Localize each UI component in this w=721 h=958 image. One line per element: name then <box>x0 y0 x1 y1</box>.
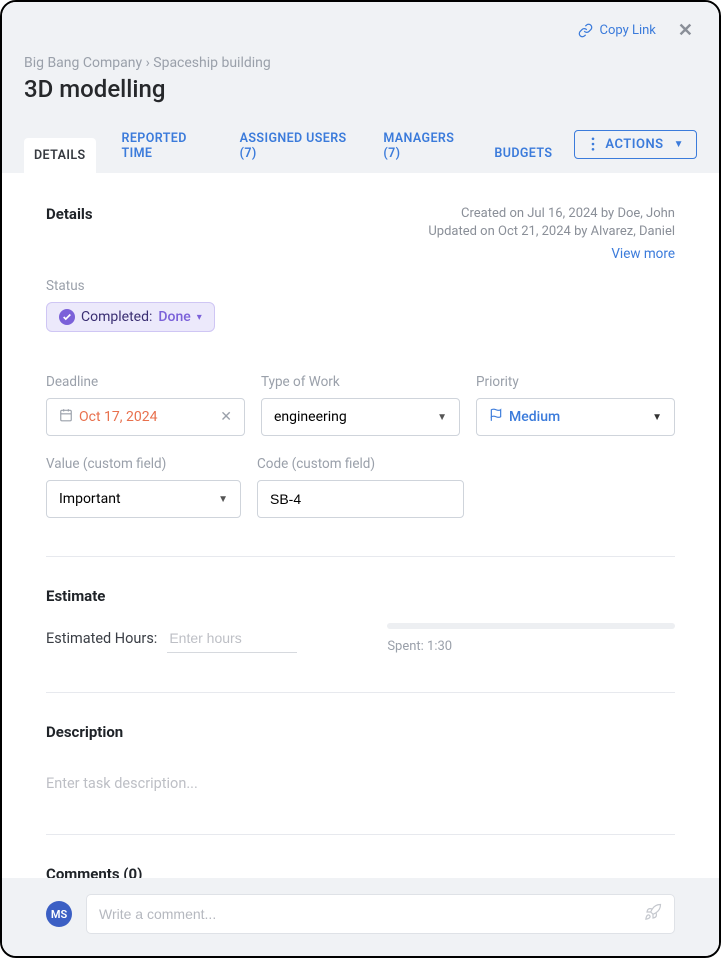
divider <box>46 692 675 693</box>
view-more-link[interactable]: View more <box>428 245 675 264</box>
value-field-value: Important <box>59 491 121 507</box>
deadline-input[interactable]: Oct 17, 2024 ✕ <box>46 398 245 436</box>
copy-link-label: Copy Link <box>599 23 655 38</box>
progress-bar <box>387 623 675 629</box>
tab-assigned-users[interactable]: ASSIGNED USERS (7) <box>238 121 358 173</box>
breadcrumb: Big Bang Company › Spaceship building <box>24 55 697 71</box>
page-title: 3D modelling <box>24 75 697 103</box>
caret-down-icon: ▼ <box>437 412 447 423</box>
code-label: Code (custom field) <box>257 456 464 472</box>
flag-icon <box>489 408 503 426</box>
estimated-hours-input[interactable] <box>167 624 297 653</box>
caret-down-icon: ▼ <box>218 494 228 505</box>
tab-managers[interactable]: MANAGERS (7) <box>381 121 468 173</box>
updated-info: Updated on Oct 21, 2024 by Alvarez, Dani… <box>428 223 675 241</box>
tab-budgets[interactable]: BUDGETS <box>492 136 554 173</box>
tab-details[interactable]: DETAILS <box>24 138 96 173</box>
check-circle-icon <box>59 309 75 325</box>
deadline-value: Oct 17, 2024 <box>79 409 157 425</box>
divider <box>46 834 675 835</box>
type-label: Type of Work <box>261 374 460 390</box>
clear-deadline-button[interactable]: ✕ <box>220 409 232 425</box>
avatar: MS <box>46 901 72 927</box>
comment-input[interactable] <box>99 906 644 922</box>
breadcrumb-project[interactable]: Spaceship building <box>153 55 271 71</box>
rocket-icon[interactable] <box>644 903 662 925</box>
caret-down-icon: ▼ <box>674 139 684 150</box>
breadcrumb-separator: › <box>146 55 150 71</box>
copy-link-button[interactable]: Copy Link <box>578 23 655 38</box>
type-of-work-select[interactable]: engineering ▼ <box>261 398 460 436</box>
value-label: Value (custom field) <box>46 456 241 472</box>
close-button[interactable]: ✕ <box>674 18 697 43</box>
actions-button[interactable]: ACTIONS ▼ <box>574 130 697 159</box>
link-icon <box>578 23 593 38</box>
type-value: engineering <box>274 409 347 425</box>
divider <box>46 556 675 557</box>
code-input-inner[interactable] <box>270 491 451 507</box>
caret-down-icon: ▾ <box>197 312 202 323</box>
spent-label: Spent: 1:30 <box>387 639 675 654</box>
priority-select[interactable]: Medium ▼ <box>476 398 675 436</box>
comments-heading: Comments (0) <box>46 865 675 878</box>
priority-value: Medium <box>509 409 560 425</box>
code-input[interactable] <box>257 480 464 518</box>
breadcrumb-company[interactable]: Big Bang Company <box>24 55 142 71</box>
status-value: Done <box>158 309 190 325</box>
caret-down-icon: ▼ <box>652 412 662 423</box>
estimated-hours-label: Estimated Hours: <box>46 630 157 647</box>
priority-label: Priority <box>476 374 675 390</box>
status-completed-text: Completed: <box>81 309 152 325</box>
comment-input-wrapper[interactable] <box>86 894 675 934</box>
status-selector[interactable]: Completed: Done ▾ <box>46 302 215 332</box>
estimate-heading: Estimate <box>46 587 675 605</box>
details-heading: Details <box>46 205 93 223</box>
description-heading: Description <box>46 723 675 741</box>
actions-label: ACTIONS <box>605 137 663 152</box>
tab-reported-time[interactable]: REPORTED TIME <box>120 121 214 173</box>
deadline-label: Deadline <box>46 374 245 390</box>
dots-vertical-icon <box>587 137 599 151</box>
created-info: Created on Jul 16, 2024 by Doe, John <box>428 205 675 223</box>
status-label: Status <box>46 278 675 294</box>
description-input[interactable]: Enter task description... <box>46 751 675 816</box>
value-select[interactable]: Important ▼ <box>46 480 241 518</box>
calendar-icon <box>59 408 73 426</box>
